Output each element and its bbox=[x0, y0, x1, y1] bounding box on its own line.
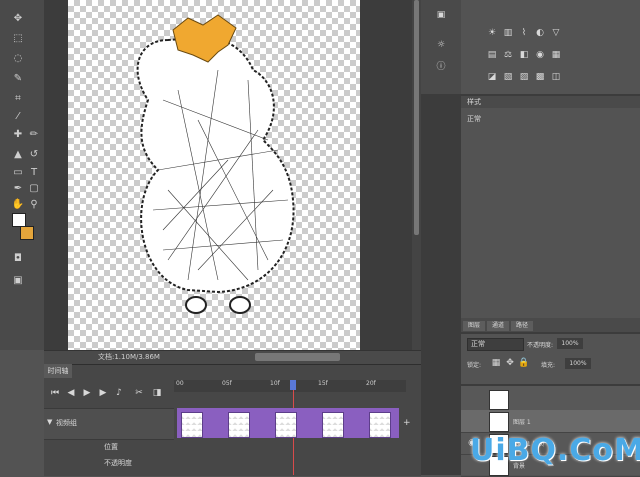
horizontal-scrollbar-thumb[interactable] bbox=[255, 353, 340, 361]
tab-paths[interactable]: 路径 bbox=[511, 321, 534, 331]
timeline-tab[interactable]: 时间轴 bbox=[44, 364, 72, 378]
first-frame-icon[interactable]: ⏮ bbox=[50, 388, 60, 398]
track-sub-row[interactable]: 位置 bbox=[44, 440, 174, 454]
curves-icon[interactable]: ⌇ bbox=[519, 28, 529, 38]
tab-layers[interactable]: 图层 bbox=[463, 321, 486, 331]
styles-panel-title: 样式 bbox=[467, 98, 481, 106]
lock-label: 锁定: bbox=[467, 362, 482, 369]
expand-arrow-icon[interactable]: ▼ bbox=[47, 418, 52, 426]
vibrance-icon[interactable]: ▽ bbox=[551, 28, 561, 38]
invert-icon[interactable]: ◪ bbox=[487, 72, 497, 82]
styles-panel-header: 样式 bbox=[461, 96, 640, 108]
layer-thumbnail bbox=[489, 412, 509, 432]
posterize-icon[interactable]: ▧ bbox=[503, 72, 513, 82]
foreground-color-swatch[interactable] bbox=[12, 213, 26, 227]
screen-mode-icon[interactable]: ▣ bbox=[10, 272, 26, 288]
styles-label: 正常 bbox=[467, 115, 481, 123]
ruler-label: 00 bbox=[176, 380, 184, 387]
ruler-label: 20f bbox=[366, 380, 376, 387]
move-icon[interactable]: ✥ bbox=[10, 10, 26, 26]
ruler-label: 10f bbox=[270, 380, 280, 387]
opacity-input[interactable]: 100% bbox=[557, 338, 583, 349]
hand-icon[interactable]: ✋ bbox=[10, 196, 26, 212]
background-color-swatch[interactable] bbox=[20, 226, 34, 240]
fill-label: 填充: bbox=[541, 362, 556, 369]
frame-thumbnail[interactable] bbox=[369, 412, 391, 438]
playhead-handle[interactable] bbox=[290, 380, 296, 390]
threshold-icon[interactable]: ▨ bbox=[519, 72, 529, 82]
track-sub-row[interactable]: 不透明度 bbox=[44, 456, 174, 470]
history-brush-icon[interactable]: ↺ bbox=[26, 146, 42, 162]
history-icon[interactable]: ▣ bbox=[436, 10, 446, 20]
watermark: UiBQ.CoM bbox=[470, 433, 640, 468]
prev-frame-icon[interactable]: ◀ bbox=[66, 388, 76, 398]
blend-mode-select[interactable]: 正常 bbox=[467, 338, 524, 351]
panel-icon-strip: ▣ ☼ ⓘ bbox=[421, 0, 461, 94]
timeline-controls: ⏮ ◀ ▶ ▶ ♪ ✂ ◨ bbox=[44, 380, 172, 406]
transition-icon[interactable]: ◨ bbox=[152, 388, 162, 398]
fill-input[interactable]: 100% bbox=[565, 358, 591, 369]
track-name: 视频组 bbox=[56, 419, 77, 427]
layers-tabs: 图层 通道 路径 bbox=[463, 320, 535, 331]
layer-thumbnail bbox=[489, 390, 509, 410]
properties-icon[interactable]: ☼ bbox=[436, 40, 446, 50]
add-media-icon[interactable]: + bbox=[403, 418, 411, 428]
eyedropper-icon[interactable]: ⁄ bbox=[10, 108, 26, 124]
info-icon[interactable]: ⓘ bbox=[436, 60, 446, 72]
frame-thumbnail[interactable] bbox=[275, 412, 297, 438]
frame-thumbnail[interactable] bbox=[322, 412, 344, 438]
gradient-map-icon[interactable]: ▩ bbox=[535, 72, 545, 82]
opacity-label: 不透明度: bbox=[527, 342, 554, 349]
stamp-icon[interactable]: ▲ bbox=[10, 146, 26, 162]
bw-icon[interactable]: ◧ bbox=[519, 50, 529, 60]
color-balance-icon[interactable]: ⚖ bbox=[503, 50, 513, 60]
ruler-label: 05f bbox=[222, 380, 232, 387]
hue-icon[interactable]: ▤ bbox=[487, 50, 497, 60]
shape-icon[interactable]: ▢ bbox=[26, 180, 42, 196]
next-frame-icon[interactable]: ▶ bbox=[98, 388, 108, 398]
brush-icon[interactable]: ✏ bbox=[26, 126, 42, 142]
marquee-icon[interactable]: ⬚ bbox=[10, 30, 26, 46]
frame-thumbnail[interactable] bbox=[228, 412, 250, 438]
selective-color-icon[interactable]: ◫ bbox=[551, 72, 561, 82]
frame-thumbnail[interactable] bbox=[181, 412, 203, 438]
lock-position-icon[interactable]: ✥ bbox=[505, 358, 515, 368]
brightness-icon[interactable]: ☀ bbox=[487, 28, 497, 38]
sub-row-label: 位置 bbox=[104, 443, 118, 451]
lock-pixels-icon[interactable]: ▦ bbox=[491, 358, 501, 368]
layer-name: 图层 1 bbox=[513, 419, 531, 426]
lock-all-icon[interactable]: 🔒 bbox=[518, 358, 529, 368]
healing-icon[interactable]: ✚ bbox=[10, 126, 26, 142]
tab-channels[interactable]: 通道 bbox=[487, 321, 510, 331]
zoom-icon[interactable]: ⚲ bbox=[26, 196, 42, 212]
split-icon[interactable]: ✂ bbox=[134, 388, 144, 398]
hamster-artwork bbox=[136, 14, 295, 314]
exposure-icon[interactable]: ◐ bbox=[535, 28, 545, 38]
channel-mixer-icon[interactable]: ▦ bbox=[551, 50, 561, 60]
ruler-label: 15f bbox=[318, 380, 328, 387]
layers-toolbar: 正常 不透明度: 100% 锁定: ▦ ✥ 🔒 填充: 100% bbox=[461, 334, 640, 384]
audio-icon[interactable]: ♪ bbox=[114, 388, 124, 398]
adjustments-panel: ☀ ▥ ⌇ ◐ ▽ ▤ ⚖ ◧ ◉ ▦ ◪ ▧ ▨ ▩ ◫ bbox=[461, 0, 640, 94]
document-canvas[interactable] bbox=[68, 0, 360, 350]
quick-mask-icon[interactable]: ◘ bbox=[10, 250, 26, 266]
lasso-icon[interactable]: ◌ bbox=[10, 50, 26, 66]
document-size-status[interactable]: 文档:1.10M/3.86M bbox=[98, 352, 160, 362]
play-icon[interactable]: ▶ bbox=[82, 388, 92, 398]
pen-icon[interactable]: ✒ bbox=[10, 180, 26, 196]
layer-row[interactable] bbox=[461, 388, 640, 411]
photo-filter-icon[interactable]: ◉ bbox=[535, 50, 545, 60]
levels-icon[interactable]: ▥ bbox=[503, 28, 513, 38]
sub-row-label: 不透明度 bbox=[104, 459, 132, 467]
vertical-scrollbar-thumb[interactable] bbox=[414, 0, 419, 235]
eraser-icon[interactable]: ▭ bbox=[10, 164, 26, 180]
type-icon[interactable]: T bbox=[26, 164, 42, 180]
styles-panel: 正常 bbox=[461, 108, 640, 318]
quick-select-icon[interactable]: ✎ bbox=[10, 70, 26, 86]
crop-icon[interactable]: ⌗ bbox=[10, 90, 26, 106]
layer-row[interactable]: 图层 1 bbox=[461, 410, 640, 433]
toolbox: ✥ ⬚ ◌ ✎ ⌗ ⁄ ✚ ✏ ▲ ↺ ▭ T ✒ ▢ ✋ ⚲ ◘ ▣ bbox=[0, 0, 45, 350]
